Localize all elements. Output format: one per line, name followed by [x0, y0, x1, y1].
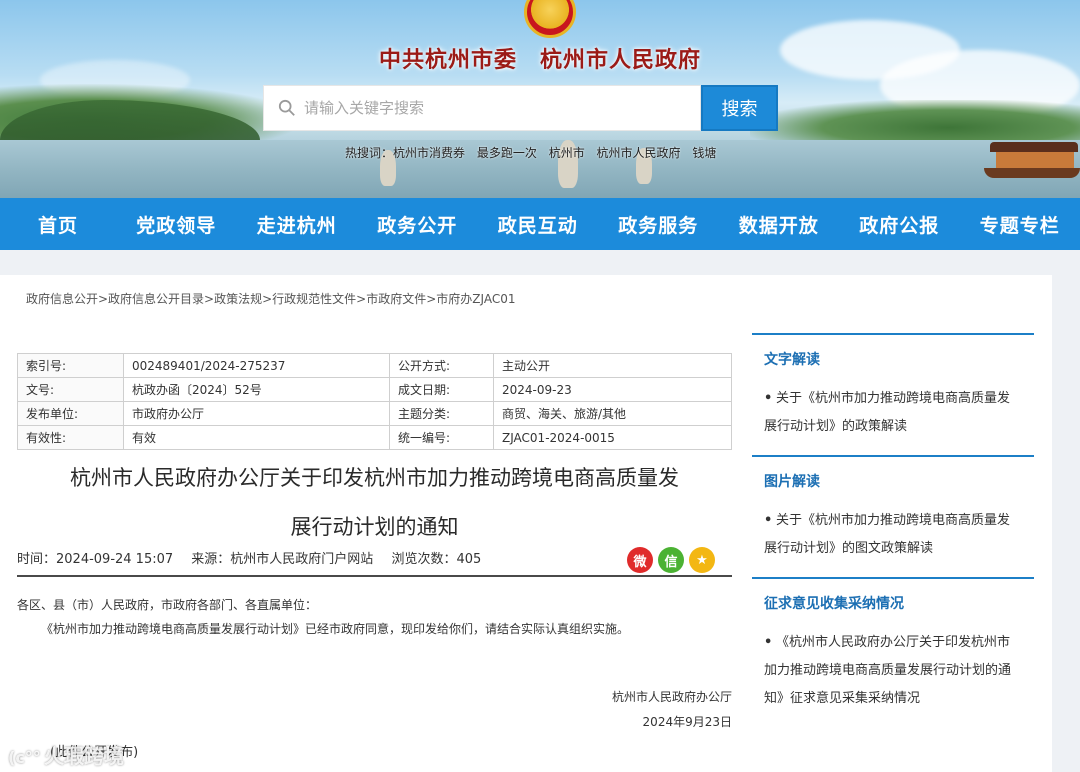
table-row: 发布单位: 市政府办公厅 主题分类: 商贸、海关、旅游/其他	[17, 401, 732, 426]
nav-item-topics[interactable]: 专题专栏	[960, 198, 1080, 250]
meta-value: 2024-09-23	[493, 377, 732, 402]
meta-key: 成文日期:	[389, 377, 494, 402]
sidebar-block-image-interpretation: 图片解读 • 关于《杭州市加力推动跨境电商高质量发展行动计划》的图文政策解读	[752, 455, 1034, 577]
meta-key: 公开方式:	[389, 353, 494, 378]
header-banner: 中共杭州市委 杭州市人民政府 搜索 热搜词：杭州市消费券 最多跑一次 杭州市 杭…	[0, 0, 1080, 198]
sidebar-heading[interactable]: 征求意见收集采纳情况	[764, 579, 1022, 629]
table-row: 索引号: 002489401/2024-275237 公开方式: 主动公开	[17, 353, 732, 378]
search-icon	[278, 99, 295, 116]
favorite-icon[interactable]: ★	[689, 547, 715, 573]
watermark: (c°° 火瑕跨境	[8, 744, 124, 768]
meta-value: 002489401/2024-275237	[123, 353, 390, 378]
hot-word-link[interactable]: 最多跑一次	[477, 146, 537, 160]
sidebar-link[interactable]: • 关于《杭州市加力推动跨境电商高质量发展行动计划》的政策解读	[764, 385, 1022, 441]
nav-item-leadership[interactable]: 党政领导	[116, 198, 237, 250]
nav-item-gov-disclosure[interactable]: 政务公开	[357, 198, 478, 250]
view-count: 浏览次数：405	[391, 552, 482, 567]
hot-words: 热搜词：杭州市消费券 最多跑一次 杭州市 杭州市人民政府 钱塘	[345, 144, 724, 161]
meta-value: 商贸、海关、旅游/其他	[493, 401, 732, 426]
article-info: 时间：2024-09-24 15:07 来源：杭州市人民政府门户网站 浏览次数：…	[17, 548, 495, 567]
hot-word-link[interactable]: 杭州市	[549, 146, 585, 160]
sidebar-link[interactable]: • 关于《杭州市加力推动跨境电商高质量发展行动计划》的图文政策解读	[764, 507, 1022, 563]
meta-key: 主题分类:	[389, 401, 494, 426]
article-body: 各区、县（市）人民政府，市政府各部门、各直属单位： 《杭州市加力推动跨境电商高质…	[17, 593, 732, 641]
sidebar-heading[interactable]: 文字解读	[764, 335, 1022, 385]
sign-org: 杭州市人民政府办公厅	[611, 690, 732, 704]
meta-key: 有效性:	[17, 425, 124, 450]
salutation: 各区、县（市）人民政府，市政府各部门、各直属单位：	[17, 598, 318, 612]
search-input[interactable]	[304, 99, 684, 117]
breadcrumb[interactable]: 政府信息公开>政府信息公开目录>政策法规>行政规范性文件>市政府文件>市府办ZJ…	[26, 290, 515, 307]
nav-item-gazette[interactable]: 政府公报	[839, 198, 960, 250]
sidebar-link[interactable]: • 《杭州市人民政府办公厅关于印发杭州市加力推动跨境电商高质量发展行动计划的通知》…	[764, 629, 1022, 713]
meta-key: 文号:	[17, 377, 124, 402]
search-box	[263, 85, 701, 131]
nav-item-home[interactable]: 首页	[0, 198, 116, 250]
weibo-share-icon[interactable]: 微	[627, 547, 653, 573]
signature: 杭州市人民政府办公厅 2024年9月23日	[500, 685, 732, 735]
document-title-line: 展行动计划的通知	[290, 515, 459, 539]
nav-item-interaction[interactable]: 政民互动	[478, 198, 599, 250]
publish-time: 时间：2024-09-24 15:07	[17, 552, 174, 567]
meta-key: 统一编号:	[389, 425, 494, 450]
article-source: 来源：杭州市人民政府门户网站	[191, 552, 374, 567]
document-meta-table: 索引号: 002489401/2024-275237 公开方式: 主动公开 文号…	[17, 353, 732, 450]
document-title-line: 杭州市人民政府办公厅关于印发杭州市加力推动跨境电商高质量发	[70, 466, 679, 490]
sidebar-block-feedback: 征求意见收集采纳情况 • 《杭州市人民政府办公厅关于印发杭州市加力推动跨境电商高质…	[752, 577, 1034, 727]
table-row: 文号: 杭政办函〔2024〕52号 成文日期: 2024-09-23	[17, 377, 732, 402]
meta-key: 索引号:	[17, 353, 124, 378]
boat	[984, 138, 1080, 182]
meta-value: 杭政办函〔2024〕52号	[123, 377, 390, 402]
sign-date: 2024年9月23日	[642, 715, 732, 729]
hot-word-link[interactable]: 钱塘	[692, 146, 716, 160]
sidebar-block-text-interpretation: 文字解读 • 关于《杭州市加力推动跨境电商高质量发展行动计划》的政策解读	[752, 333, 1034, 455]
wechat-share-icon[interactable]: 信	[658, 547, 684, 573]
watermark-logo-icon: (c°°	[8, 748, 41, 767]
main-nav: 首页 党政领导 走进杭州 政务公开 政民互动 政务服务 数据开放 政府公报 专题…	[0, 198, 1080, 250]
meta-value: ZJAC01-2024-0015	[493, 425, 732, 450]
national-emblem-icon	[524, 0, 576, 38]
nav-item-open-data[interactable]: 数据开放	[719, 198, 840, 250]
site-title: 中共杭州市委 杭州市人民政府	[378, 47, 701, 73]
document-title: 杭州市人民政府办公厅关于印发杭州市加力推动跨境电商高质量发 展行动计划的通知	[17, 454, 732, 552]
meta-value: 有效	[123, 425, 390, 450]
share-buttons: 微 信 ★	[627, 547, 715, 573]
content-panel: 政府信息公开>政府信息公开目录>政策法规>行政规范性文件>市政府文件>市府办ZJ…	[0, 275, 1052, 772]
hot-word-link[interactable]: 热搜词：杭州市消费券	[345, 146, 465, 160]
table-row: 有效性: 有效 统一编号: ZJAC01-2024-0015	[17, 425, 732, 450]
search-button[interactable]: 搜索	[701, 85, 778, 131]
sidebar-heading[interactable]: 图片解读	[764, 457, 1022, 507]
meta-key: 发布单位:	[17, 401, 124, 426]
nav-item-services[interactable]: 政务服务	[598, 198, 719, 250]
sidebar: 文字解读 • 关于《杭州市加力推动跨境电商高质量发展行动计划》的政策解读 图片解读…	[752, 333, 1034, 727]
body-paragraph: 《杭州市加力推动跨境电商高质量发展行动计划》已经市政府同意，现印发给你们，请结合…	[41, 622, 630, 636]
meta-value: 市政府办公厅	[123, 401, 390, 426]
meta-value: 主动公开	[493, 353, 732, 378]
divider	[17, 575, 732, 577]
nav-item-about-hangzhou[interactable]: 走进杭州	[237, 198, 358, 250]
hot-word-link[interactable]: 杭州市人民政府	[597, 146, 681, 160]
